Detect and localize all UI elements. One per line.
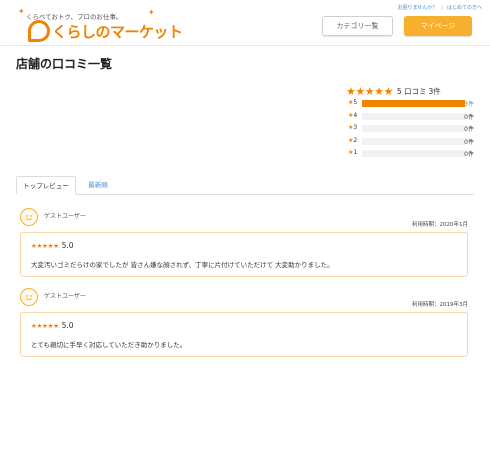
rating-level: 1 — [353, 149, 358, 156]
site-header: ✦ くらべておトク、プロのお仕事。 ✦ くらしのマーケット お困りませんか？ | は… — [0, 0, 490, 46]
rating-bar-track — [362, 100, 465, 107]
sparkle-icon: ✦ — [18, 7, 25, 16]
rating-row-5[interactable]: ★5 3件 — [346, 98, 474, 111]
review-date: 利用時期：2019年3月 — [412, 302, 468, 308]
category-list-button[interactable]: カテゴリ一覧 — [322, 16, 393, 36]
logo-mark-icon — [28, 20, 50, 42]
logo-text: くらしのマーケット — [52, 23, 183, 41]
rating-row-count[interactable]: 3件 — [464, 99, 474, 108]
rating-level: 3 — [353, 124, 358, 131]
rating-stars-icon: ★★★★★ — [346, 84, 393, 98]
tab-newest[interactable]: 最新順 — [78, 176, 118, 195]
review-user-name: ゲストユーザー — [44, 213, 86, 220]
rating-bar-track — [362, 112, 465, 120]
rating-row-count: 0件 — [464, 113, 474, 121]
review-stars-icon: ★★★★★ — [31, 241, 59, 250]
rating-row-3: ★3 0件 — [346, 123, 474, 136]
rating-bar-track — [362, 137, 465, 145]
sparkle-icon: ✦ — [148, 8, 155, 17]
rating-level: 5 — [353, 99, 358, 106]
rating-row-count: 0件 — [464, 138, 474, 146]
rating-row-2: ★2 0件 — [346, 136, 474, 149]
rating-row-label: ★5 — [348, 99, 357, 106]
site-logo[interactable]: ✦ くらべておトク、プロのお仕事。 ✦ くらしのマーケット — [12, 6, 183, 42]
rating-level: 2 — [353, 136, 358, 144]
review-score: 5.0 — [61, 321, 74, 330]
page-title: 店舗の口コミ一覧 — [16, 57, 113, 71]
review-score: 5.0 — [61, 241, 74, 250]
rating-row-label: ★1 — [348, 149, 357, 156]
review-text: 大変汚いゴミだらけの家でしたが 皆さん嫌な顔されず、丁寧に片付けていただけて 大… — [31, 261, 334, 269]
avatar-smiley-icon — [20, 208, 38, 226]
rating-summary: ★★★★★ 5 口コミ 3件 ★5 3件 ★4 0件 ★3 0件 ★2 0件 ★1 0件 — [346, 84, 474, 161]
rating-row-label: ★3 — [348, 124, 357, 131]
rating-bar-track — [362, 150, 465, 157]
review-tabs: トップレビュー 最新順 — [16, 176, 474, 195]
review-user-name: ゲストユーザー — [44, 293, 86, 300]
top-links: お困りませんか？ | はじめての方へ — [397, 4, 482, 11]
rating-row-label: ★2 — [348, 137, 357, 144]
rating-distribution: ★5 3件 ★4 0件 ★3 0件 ★2 0件 ★1 0件 — [346, 98, 474, 161]
beginner-link[interactable]: はじめての方へ — [447, 5, 482, 11]
review-box: ★★★★★ 5.0 とても親切に手早く対応していただき助かりました。 — [20, 312, 468, 357]
review-box: ★★★★★ 5.0 大変汚いゴミだらけの家でしたが 皆さん嫌な顔されず、丁寧に片… — [20, 232, 468, 277]
review-text: とても親切に手早く対応していただき助かりました。 — [31, 341, 187, 349]
rating-bar-track — [362, 125, 465, 132]
rating-bar-fill — [362, 100, 465, 107]
help-link[interactable]: お困りませんか？ — [397, 5, 437, 11]
rating-row-4: ★4 0件 — [346, 111, 474, 124]
rating-score: 5 口コミ — [396, 86, 427, 96]
tab-top-review[interactable]: トップレビュー — [16, 176, 76, 195]
review-stars-icon: ★★★★★ — [31, 321, 59, 330]
rating-level: 4 — [353, 111, 358, 119]
mypage-button[interactable]: マイページ — [404, 16, 472, 36]
rating-row-count: 0件 — [464, 151, 474, 158]
rating-row-count: 0件 — [464, 126, 474, 133]
review-date: 利用時期：2020年1月 — [412, 222, 468, 228]
review-count: 3件 — [428, 86, 441, 96]
rating-row-label: ★4 — [348, 112, 357, 119]
link-separator: | — [441, 5, 443, 11]
avatar-smiley-icon — [20, 288, 38, 306]
rating-row-1: ★1 0件 — [346, 148, 474, 161]
